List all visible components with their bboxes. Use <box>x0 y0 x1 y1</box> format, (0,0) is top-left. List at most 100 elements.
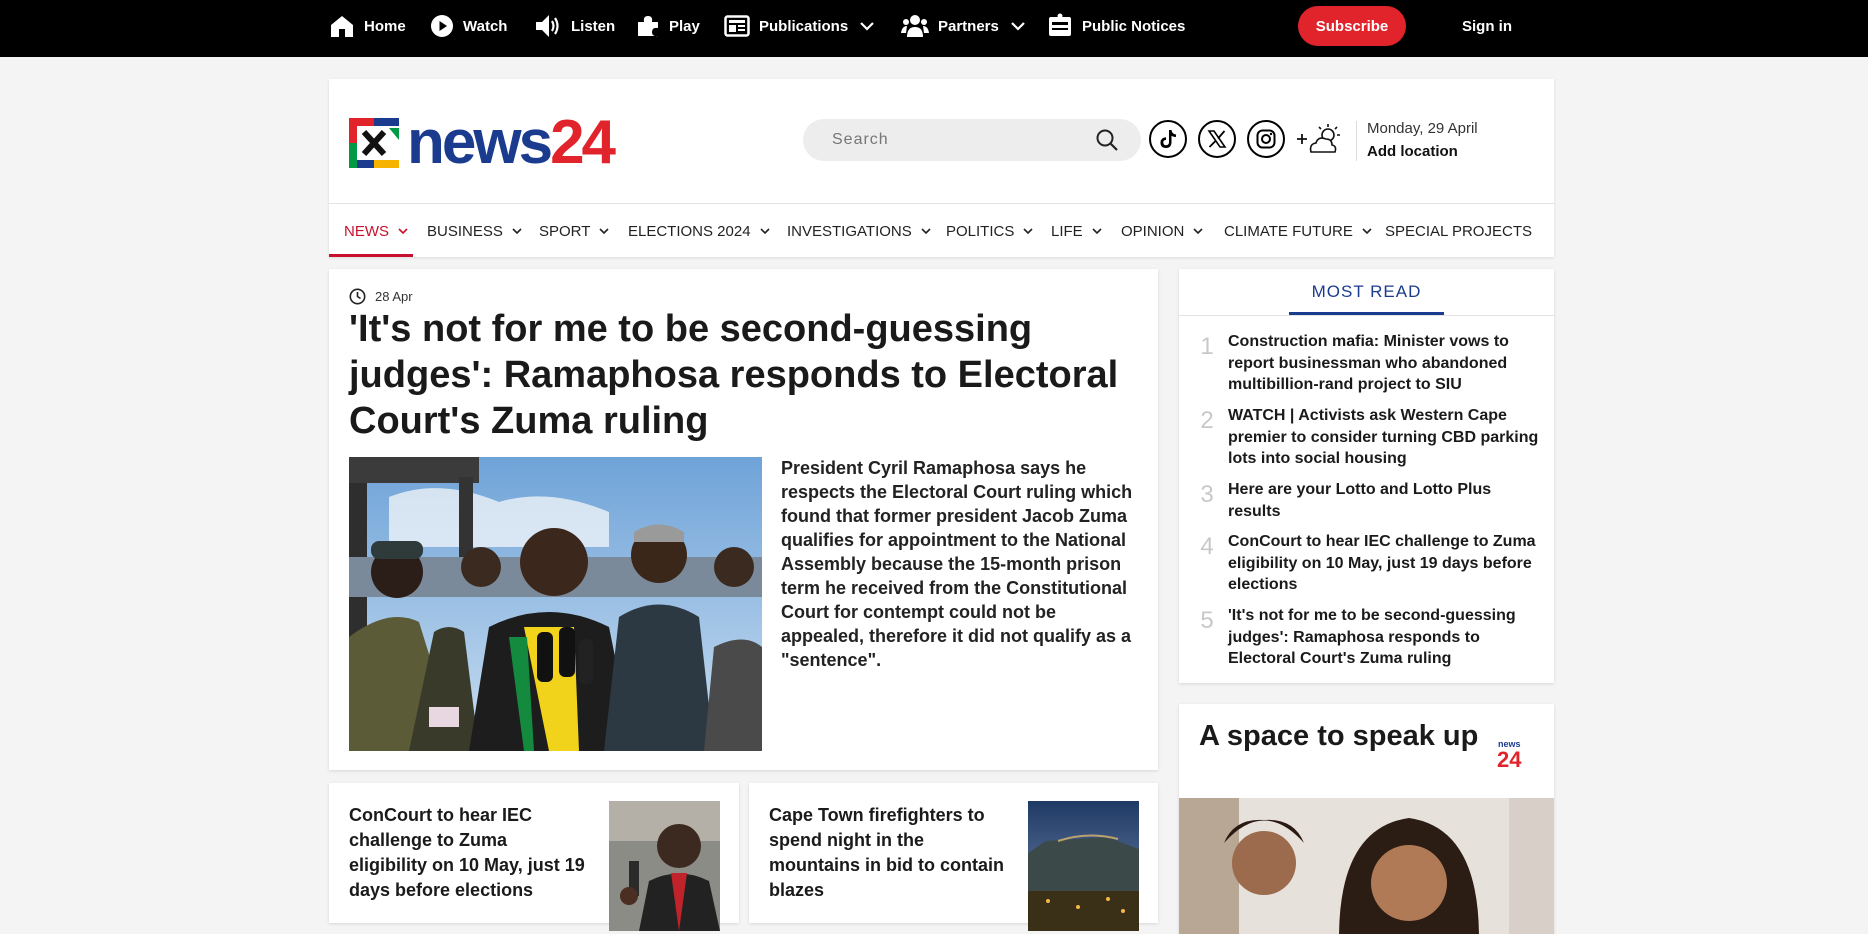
chevron-down-icon <box>398 227 408 234</box>
topbar-publications-menu[interactable]: Publications <box>724 0 874 52</box>
add-location-link[interactable]: Add location <box>1367 143 1458 160</box>
logo-number: 24 <box>550 108 616 177</box>
most-read-panel: MOST READ 1 Construction mafia: Minister… <box>1179 269 1554 683</box>
nav-item-label: CLIMATE FUTURE <box>1224 222 1353 240</box>
notice-icon <box>1049 13 1071 36</box>
speaker-icon <box>536 15 559 37</box>
weather-add-icon[interactable] <box>1295 121 1345 161</box>
topbar-home-link[interactable]: Home <box>329 0 406 52</box>
promo-title: A space to speak up <box>1199 720 1479 752</box>
search-box <box>803 119 1141 161</box>
table-mountain-fire-photo <box>1028 801 1139 931</box>
story-thumbnail[interactable] <box>1028 801 1139 931</box>
nav-item-label: INVESTIGATIONS <box>787 222 912 240</box>
most-read-headline: WATCH | Activists ask Western Cape premi… <box>1228 407 1539 467</box>
rank-number: 4 <box>1200 533 1214 560</box>
nav-item-label: SPORT <box>539 222 591 240</box>
nav-item-politics[interactable]: POLITICS <box>946 204 1033 258</box>
chevron-down-icon <box>921 227 931 234</box>
news24-logo[interactable]: news24 <box>349 112 616 174</box>
chevron-down-icon <box>1362 227 1372 234</box>
search-icon[interactable] <box>1095 128 1119 152</box>
chevron-down-icon <box>1193 227 1203 234</box>
nav-item-climate-future[interactable]: CLIMATE FUTURE <box>1224 204 1372 258</box>
topbar-listen-link[interactable]: Listen <box>534 0 615 52</box>
zuma-photo <box>609 801 720 931</box>
nav-item-sport[interactable]: SPORT <box>539 204 609 258</box>
most-read-heading[interactable]: MOST READ <box>1289 282 1444 302</box>
story-card: Cape Town firefighters to spend night in… <box>749 783 1158 931</box>
nav-item-business[interactable]: BUSINESS <box>427 204 522 258</box>
play-circle-icon <box>431 15 453 37</box>
instagram-link[interactable] <box>1247 120 1285 158</box>
nav-item-label: SPECIAL PROJECTS <box>1385 222 1532 240</box>
chevron-down-icon <box>1011 22 1025 31</box>
logo-wordmark: news24 <box>407 112 616 174</box>
topbar-partners-label: Partners <box>938 17 999 35</box>
most-read-headline: ConCourt to hear IEC challenge to Zuma e… <box>1228 533 1536 593</box>
people-icon <box>901 15 929 37</box>
site-header: news24 Monday, 29 April Add location NEW… <box>329 79 1554 257</box>
newspaper-icon <box>724 15 750 37</box>
story-card: ConCourt to hear IEC challenge to Zuma e… <box>329 783 739 931</box>
header-divider <box>1356 121 1357 161</box>
rank-number: 5 <box>1200 607 1214 634</box>
topbar-public-notices-label: Public Notices <box>1082 17 1186 35</box>
nav-item-label: ELECTIONS 2024 <box>628 222 751 240</box>
tiktok-link[interactable] <box>1149 120 1187 158</box>
speak-up-promo[interactable]: A space to speak up news 24 <box>1179 704 1554 934</box>
instagram-icon <box>1256 129 1276 149</box>
logo-word: news <box>407 108 553 177</box>
clock-icon <box>349 288 366 305</box>
topbar-watch-link[interactable]: Watch <box>430 0 507 52</box>
story-thumbnail[interactable] <box>609 801 720 931</box>
story-headline[interactable]: ConCourt to hear IEC challenge to Zuma e… <box>349 803 585 903</box>
nav-item-label: POLITICS <box>946 222 1015 240</box>
topbar-home-label: Home <box>364 17 406 35</box>
x-icon <box>1207 130 1227 148</box>
topbar-partners-menu[interactable]: Partners <box>901 0 1025 52</box>
nav-item-label: LIFE <box>1051 222 1083 240</box>
nav-item-label: NEWS <box>344 222 389 240</box>
x-twitter-link[interactable] <box>1198 120 1236 158</box>
nav-item-special-projects[interactable]: SPECIAL PROJECTS <box>1385 204 1532 258</box>
nav-item-elections-2024[interactable]: ELECTIONS 2024 <box>628 204 770 258</box>
story-headline[interactable]: Cape Town firefighters to spend night in… <box>769 803 1019 903</box>
chevron-down-icon <box>599 227 609 234</box>
nav-item-opinion[interactable]: OPINION <box>1121 204 1203 258</box>
ballot-x-logo-icon <box>349 118 399 168</box>
topbar-public-notices-link[interactable]: Public Notices <box>1047 0 1185 52</box>
nav-item-life[interactable]: LIFE <box>1051 204 1102 258</box>
rank-number: 2 <box>1200 407 1214 434</box>
sign-in-link[interactable]: Sign in <box>1462 0 1512 52</box>
section-navigation: NEWS BUSINESS SPORT ELECTIONS 2024 INVES… <box>329 203 1554 258</box>
news24-small-logo: news 24 <box>1497 740 1521 771</box>
lead-story-headline[interactable]: 'It's not for me to be second-guessing j… <box>349 306 1139 444</box>
home-icon <box>331 16 353 37</box>
tiktok-icon <box>1160 130 1176 148</box>
chevron-down-icon <box>860 22 874 31</box>
active-nav-indicator <box>329 254 413 257</box>
nav-item-news[interactable]: NEWS <box>344 204 408 258</box>
nav-item-investigations[interactable]: INVESTIGATIONS <box>787 204 931 258</box>
topbar-watch-label: Watch <box>463 17 508 35</box>
ramaphosa-press-photo <box>349 457 762 751</box>
topbar-publications-label: Publications <box>759 17 849 35</box>
rank-number: 3 <box>1200 481 1214 508</box>
topbar-play-link[interactable]: Play <box>636 0 700 52</box>
lead-story-image[interactable] <box>349 457 762 751</box>
most-read-headline: Construction mafia: Minister vows to rep… <box>1228 333 1509 393</box>
most-read-headline: 'It's not for me to be second-guessing j… <box>1228 607 1516 667</box>
subscribe-button[interactable]: Subscribe <box>1298 6 1406 46</box>
rank-number: 1 <box>1200 333 1214 360</box>
chevron-down-icon <box>759 227 770 234</box>
lead-story-card: 28 Apr 'It's not for me to be second-gue… <box>329 269 1158 770</box>
promo-image <box>1179 798 1554 934</box>
nav-item-label: BUSINESS <box>427 222 503 240</box>
topbar-play-label: Play <box>669 17 700 35</box>
top-navigation-bar: Home Watch Listen Play Publications Part… <box>0 0 1868 57</box>
search-input[interactable] <box>803 119 1102 161</box>
women-talking-photo <box>1179 798 1554 934</box>
divider <box>1179 315 1554 316</box>
small-logo-number: 24 <box>1497 747 1522 772</box>
